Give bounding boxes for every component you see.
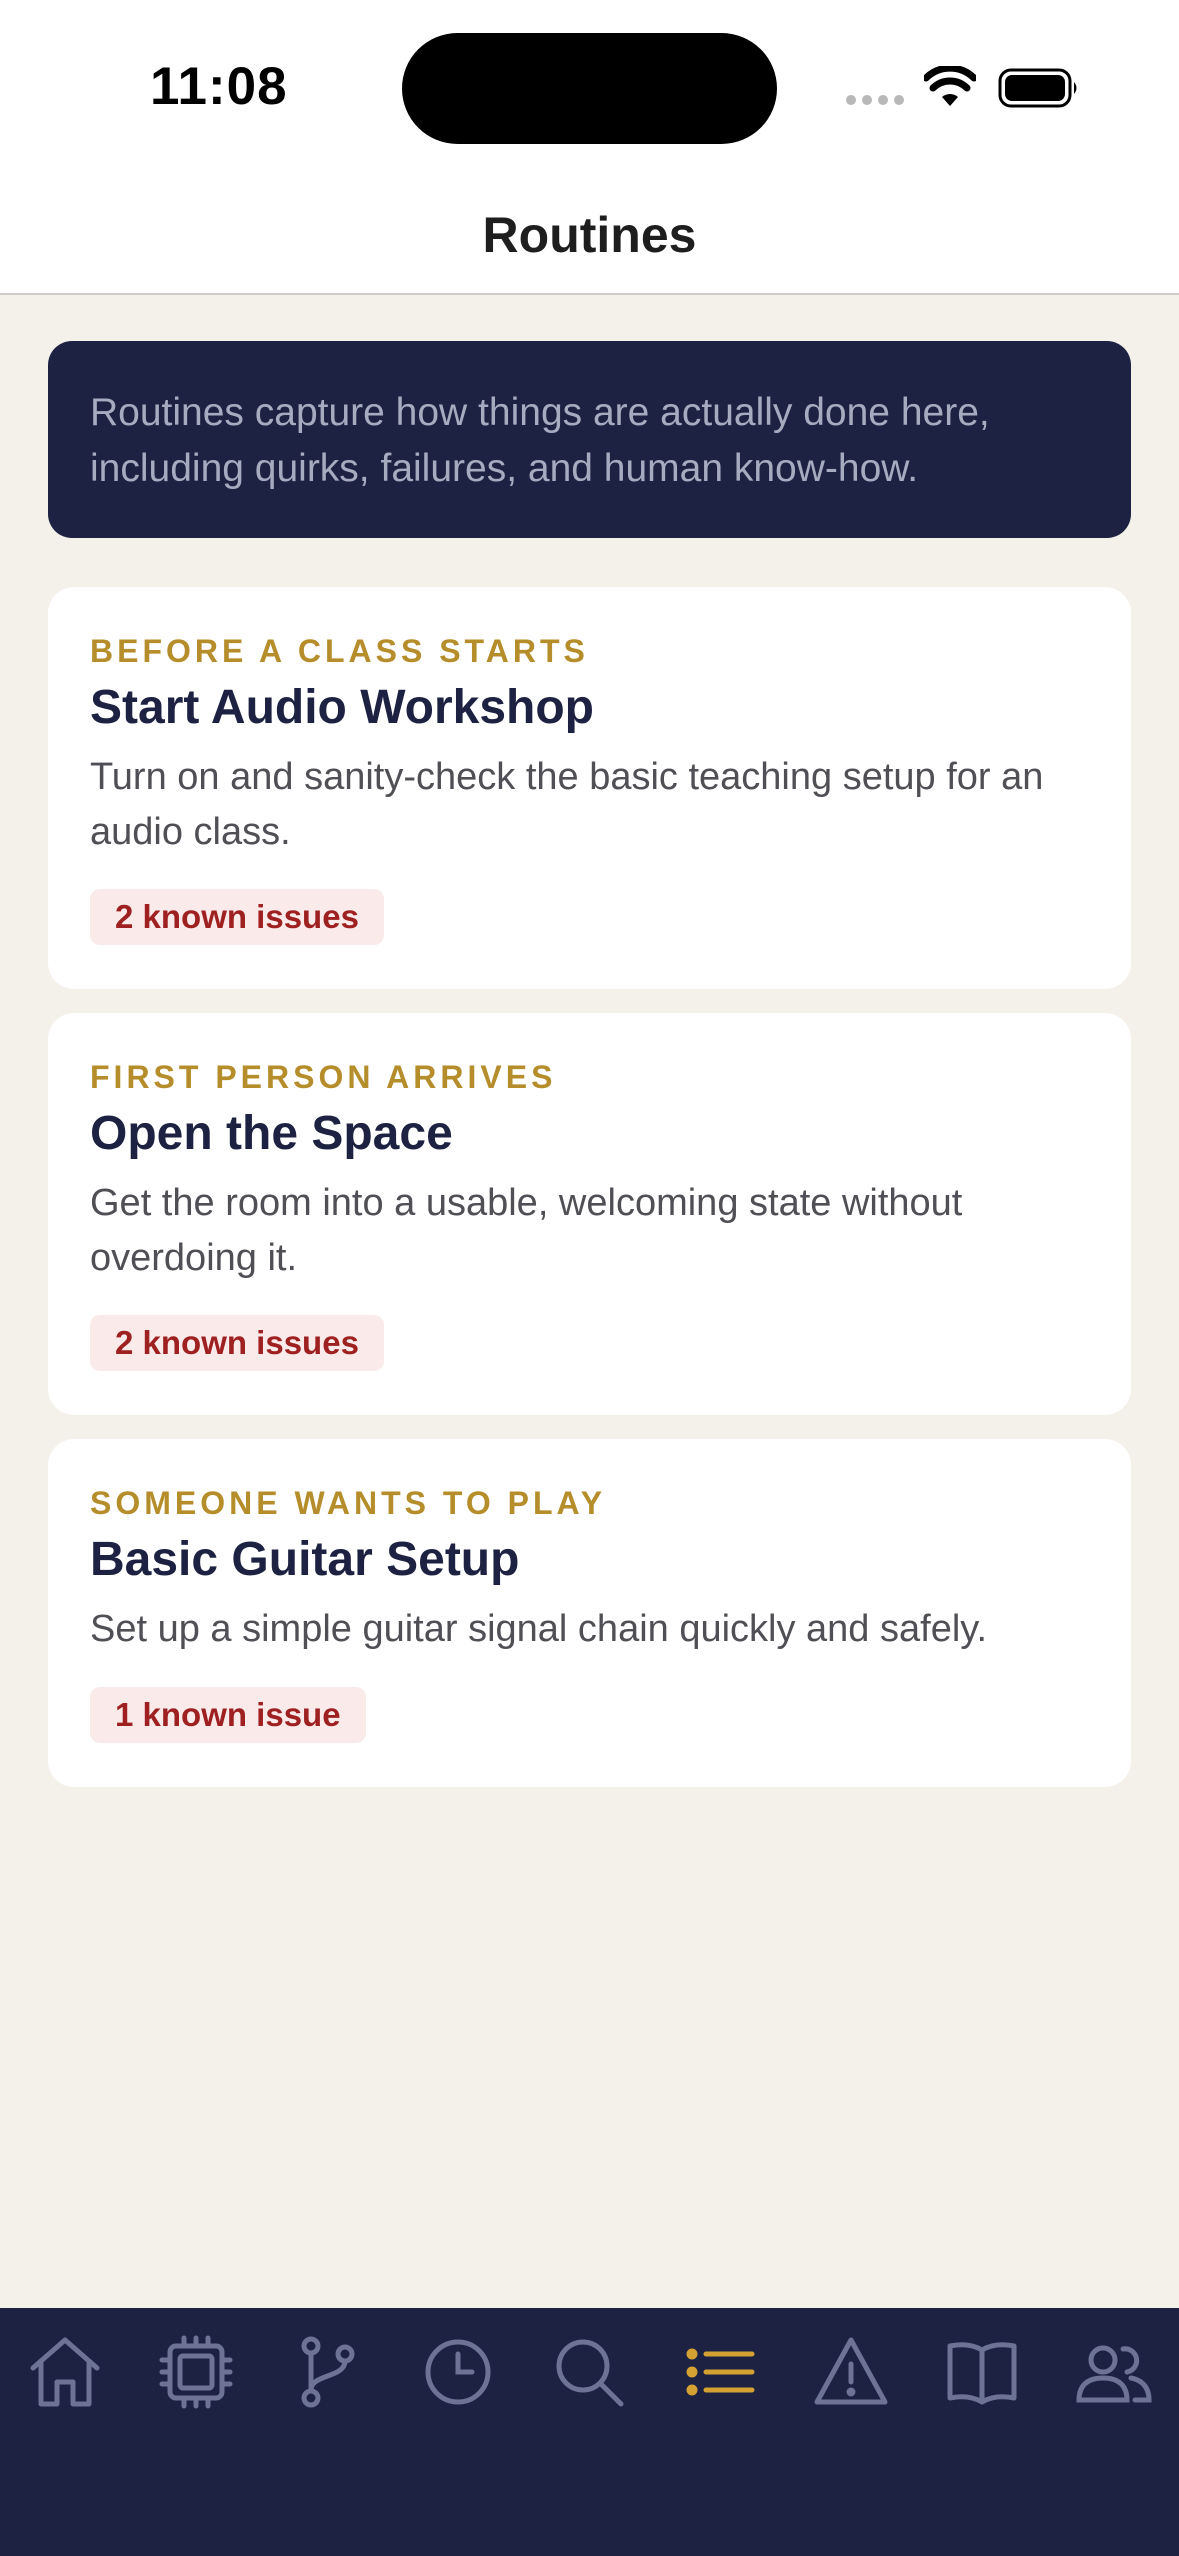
- tab-routines[interactable]: [680, 2332, 760, 2412]
- battery-icon: [998, 68, 1077, 108]
- chip-icon: [159, 2335, 233, 2409]
- branch-icon: [301, 2336, 355, 2408]
- tab-home[interactable]: [25, 2332, 105, 2412]
- routine-trigger-label: FIRST PERSON ARRIVES: [90, 1059, 557, 1095]
- status-bar: 11:08: [0, 0, 1179, 170]
- intro-banner: Routines capture how things are actually…: [48, 341, 1131, 538]
- wifi-icon: [924, 66, 976, 106]
- intro-text: Routines capture how things are actually…: [90, 391, 990, 490]
- routine-description: Get the room into a usable, welcoming st…: [90, 1182, 963, 1279]
- home-icon: [30, 2337, 100, 2407]
- routine-title: Start Audio Workshop: [90, 681, 594, 734]
- tab-flows[interactable]: [287, 2332, 367, 2412]
- known-issues-badge: 1 known issue: [90, 1687, 366, 1743]
- routine-trigger-label: BEFORE A CLASS STARTS: [90, 633, 589, 669]
- routine-description: Turn on and sanity-check the basic teach…: [90, 756, 1044, 853]
- routine-title: Open the Space: [90, 1107, 453, 1160]
- warning-icon: [814, 2337, 888, 2405]
- tab-bar: [0, 2308, 1179, 2556]
- status-time: 11:08: [150, 57, 288, 116]
- cellular-signal-icon: [846, 95, 904, 105]
- dynamic-island: [402, 33, 777, 144]
- tab-history[interactable]: [418, 2332, 498, 2412]
- list-icon: [686, 2348, 755, 2396]
- routine-trigger-label: SOMEONE WANTS TO PLAY: [90, 1485, 607, 1521]
- tab-people[interactable]: [1073, 2332, 1153, 2412]
- routine-card[interactable]: BEFORE A CLASS STARTS Start Audio Worksh…: [48, 587, 1131, 989]
- search-icon: [556, 2339, 624, 2407]
- tab-issues[interactable]: [811, 2332, 891, 2412]
- known-issues-badge: 2 known issues: [90, 1315, 384, 1371]
- book-icon: [947, 2342, 1017, 2405]
- people-icon: [1076, 2345, 1152, 2403]
- page-title: Routines: [482, 207, 697, 263]
- routine-title: Basic Guitar Setup: [90, 1533, 520, 1586]
- known-issues-badge: 2 known issues: [90, 889, 384, 945]
- routine-description: Set up a simple guitar signal chain quic…: [90, 1608, 988, 1650]
- tab-search[interactable]: [549, 2332, 629, 2412]
- clock-icon: [425, 2339, 491, 2405]
- routine-card[interactable]: SOMEONE WANTS TO PLAY Basic Guitar Setup…: [48, 1439, 1131, 1787]
- nav-header: Routines: [0, 170, 1179, 295]
- tab-components[interactable]: [156, 2332, 236, 2412]
- routine-card[interactable]: FIRST PERSON ARRIVES Open the Space Get …: [48, 1013, 1131, 1415]
- tab-guides[interactable]: [942, 2332, 1022, 2412]
